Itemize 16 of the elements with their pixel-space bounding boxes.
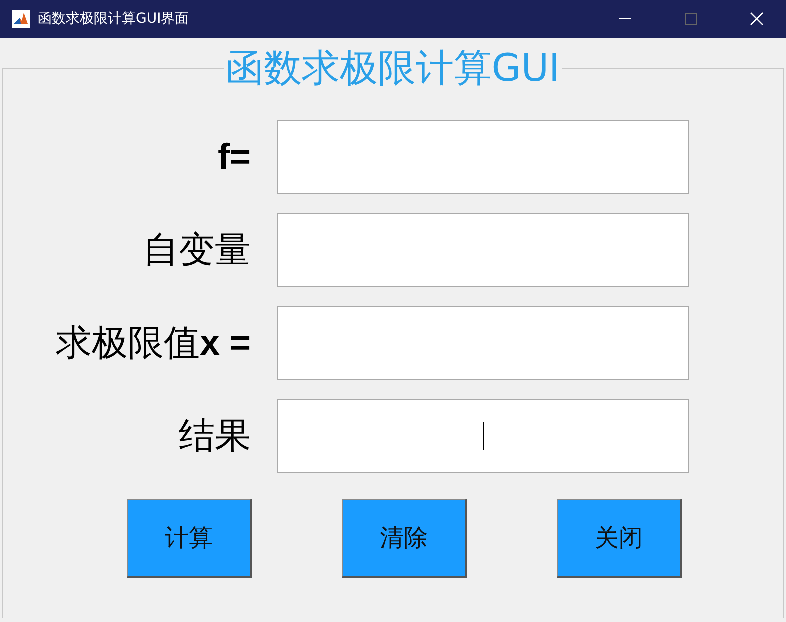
- panel-title: 函数求极限计算GUI: [224, 48, 562, 88]
- close-icon[interactable]: [750, 12, 764, 26]
- maximize-icon[interactable]: [685, 13, 697, 25]
- field-label: 自变量: [142, 228, 252, 272]
- app-icon: [12, 10, 30, 28]
- field-label: f=: [216, 136, 252, 178]
- input-field[interactable]: [277, 120, 689, 194]
- input-field[interactable]: [277, 399, 689, 473]
- field-label: 求极限值x =: [54, 320, 252, 366]
- action-button[interactable]: 关闭: [557, 499, 682, 578]
- input-field[interactable]: [277, 306, 689, 380]
- window-title: 函数求极限计算GUI界面: [38, 10, 190, 28]
- action-button[interactable]: 清除: [342, 499, 467, 578]
- action-button[interactable]: 计算: [127, 499, 252, 578]
- input-field[interactable]: [277, 213, 689, 287]
- field-label: 结果: [178, 414, 252, 458]
